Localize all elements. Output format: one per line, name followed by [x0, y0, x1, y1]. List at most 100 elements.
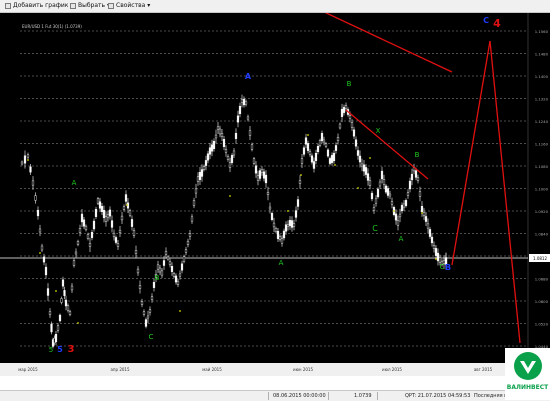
trendline	[451, 40, 491, 266]
candle-body	[72, 260, 76, 266]
current-price-label: 1.0812	[533, 256, 547, 261]
candle-body	[178, 273, 182, 277]
candle-body	[368, 180, 372, 186]
candle-body	[390, 201, 394, 205]
price-tick-label: 1.1240	[535, 119, 549, 124]
candle-body	[160, 270, 164, 276]
candle-body	[88, 243, 92, 247]
price-tick-label: 1.1400	[535, 74, 549, 79]
add-chart-button[interactable]: Добавить график ▾	[5, 2, 73, 10]
candle-body	[78, 228, 82, 233]
price-chart[interactable]: 1.1560 1.1480 1.1400 1.1320 1.1240 1.1160 1.10…	[0, 13, 550, 376]
candle-body	[248, 130, 252, 136]
candle-body	[116, 243, 120, 247]
price-tick-label: 1.0840	[535, 232, 549, 237]
candle-body	[336, 137, 340, 141]
candle-body	[208, 147, 212, 155]
candle-body	[430, 236, 434, 244]
candle-body	[288, 220, 292, 226]
candle-body	[426, 223, 430, 229]
candle-body	[238, 105, 242, 115]
select-button[interactable]: Выбрать ▾	[70, 2, 110, 10]
wave-label: B	[445, 263, 451, 272]
candle-body	[308, 151, 312, 155]
wave-label: A	[399, 235, 404, 243]
candle-body	[114, 237, 118, 243]
candle-body	[212, 141, 216, 149]
status-price: 1.0739	[354, 393, 372, 399]
properties-button[interactable]: Свойства ▾	[108, 2, 150, 10]
candle-body	[410, 173, 414, 181]
wave-label: 5	[57, 345, 63, 354]
candle-body	[174, 275, 178, 283]
wave-marker	[300, 174, 302, 176]
candle-body	[68, 311, 72, 315]
candle-body	[250, 144, 254, 150]
candle-body	[338, 123, 342, 129]
candle-body	[334, 145, 338, 151]
wave-label: A	[245, 72, 252, 81]
candle-body	[252, 158, 256, 164]
candle-body	[404, 200, 408, 206]
candle-body	[278, 235, 282, 241]
candle-body	[240, 99, 244, 103]
candle-body	[58, 314, 62, 322]
candle-body	[61, 279, 65, 287]
candle-body	[106, 214, 110, 218]
candle-body	[128, 210, 132, 216]
candle-body	[268, 206, 272, 210]
candle-body	[306, 143, 310, 151]
wave-marker	[421, 212, 423, 214]
candle-body	[156, 264, 160, 270]
candle-body	[210, 144, 214, 152]
status-date-range: 08.06.2015 00:00:00	[273, 393, 326, 399]
time-tick-label: авг 2015	[474, 367, 493, 372]
candle-body	[112, 232, 116, 238]
candle-body	[312, 161, 316, 169]
candle-body	[60, 298, 63, 303]
candle-body	[222, 139, 226, 147]
wave-label: A	[279, 259, 284, 267]
candle-body	[438, 257, 442, 263]
candle-body	[236, 115, 240, 123]
candle-body	[54, 334, 58, 342]
candle-body	[38, 228, 42, 233]
candle-body	[198, 172, 202, 180]
candle-body	[316, 145, 320, 153]
candle-body	[82, 219, 86, 227]
wave-marker	[307, 134, 309, 136]
wave-marker	[39, 252, 41, 254]
separator	[328, 392, 329, 400]
time-tick-label: июл 2015	[382, 367, 402, 372]
chart-title: EUR/USD 1 Fut 30(1) (1.0739)	[22, 24, 82, 29]
candle-body	[232, 150, 236, 156]
wave-label: B	[155, 274, 160, 282]
candle-body	[384, 185, 388, 193]
candle-body	[29, 166, 32, 173]
candle-body	[260, 168, 264, 174]
candle-body	[318, 140, 322, 146]
add-chart-label: Добавить график	[13, 2, 69, 9]
candle-body	[152, 282, 156, 288]
candle-body	[350, 122, 354, 128]
wave-label: C	[149, 333, 154, 341]
price-tick-label: 1.0520	[535, 322, 549, 327]
candle-body	[40, 245, 44, 251]
candle-body	[102, 209, 106, 219]
candle-body	[422, 212, 426, 216]
candle-body	[382, 179, 386, 185]
status-bar: 08.06.2015 00:00:00 1.0739 QPT: 21.07.20…	[0, 390, 550, 401]
candle-body	[204, 160, 208, 166]
candle-body	[302, 147, 306, 155]
price-tick-label: 1.1560	[535, 29, 549, 34]
candle-body	[358, 155, 362, 163]
candle-body	[310, 155, 314, 163]
candle-body	[280, 238, 284, 244]
candle-body	[176, 281, 180, 285]
candle-body	[328, 158, 332, 164]
candle-body	[23, 155, 27, 164]
wave-marker	[369, 157, 371, 159]
chart-area[interactable]: 1.1560 1.1480 1.1400 1.1320 1.1240 1.1160 1.10…	[0, 13, 550, 376]
candle-body	[86, 234, 90, 239]
candle-body	[420, 206, 424, 212]
